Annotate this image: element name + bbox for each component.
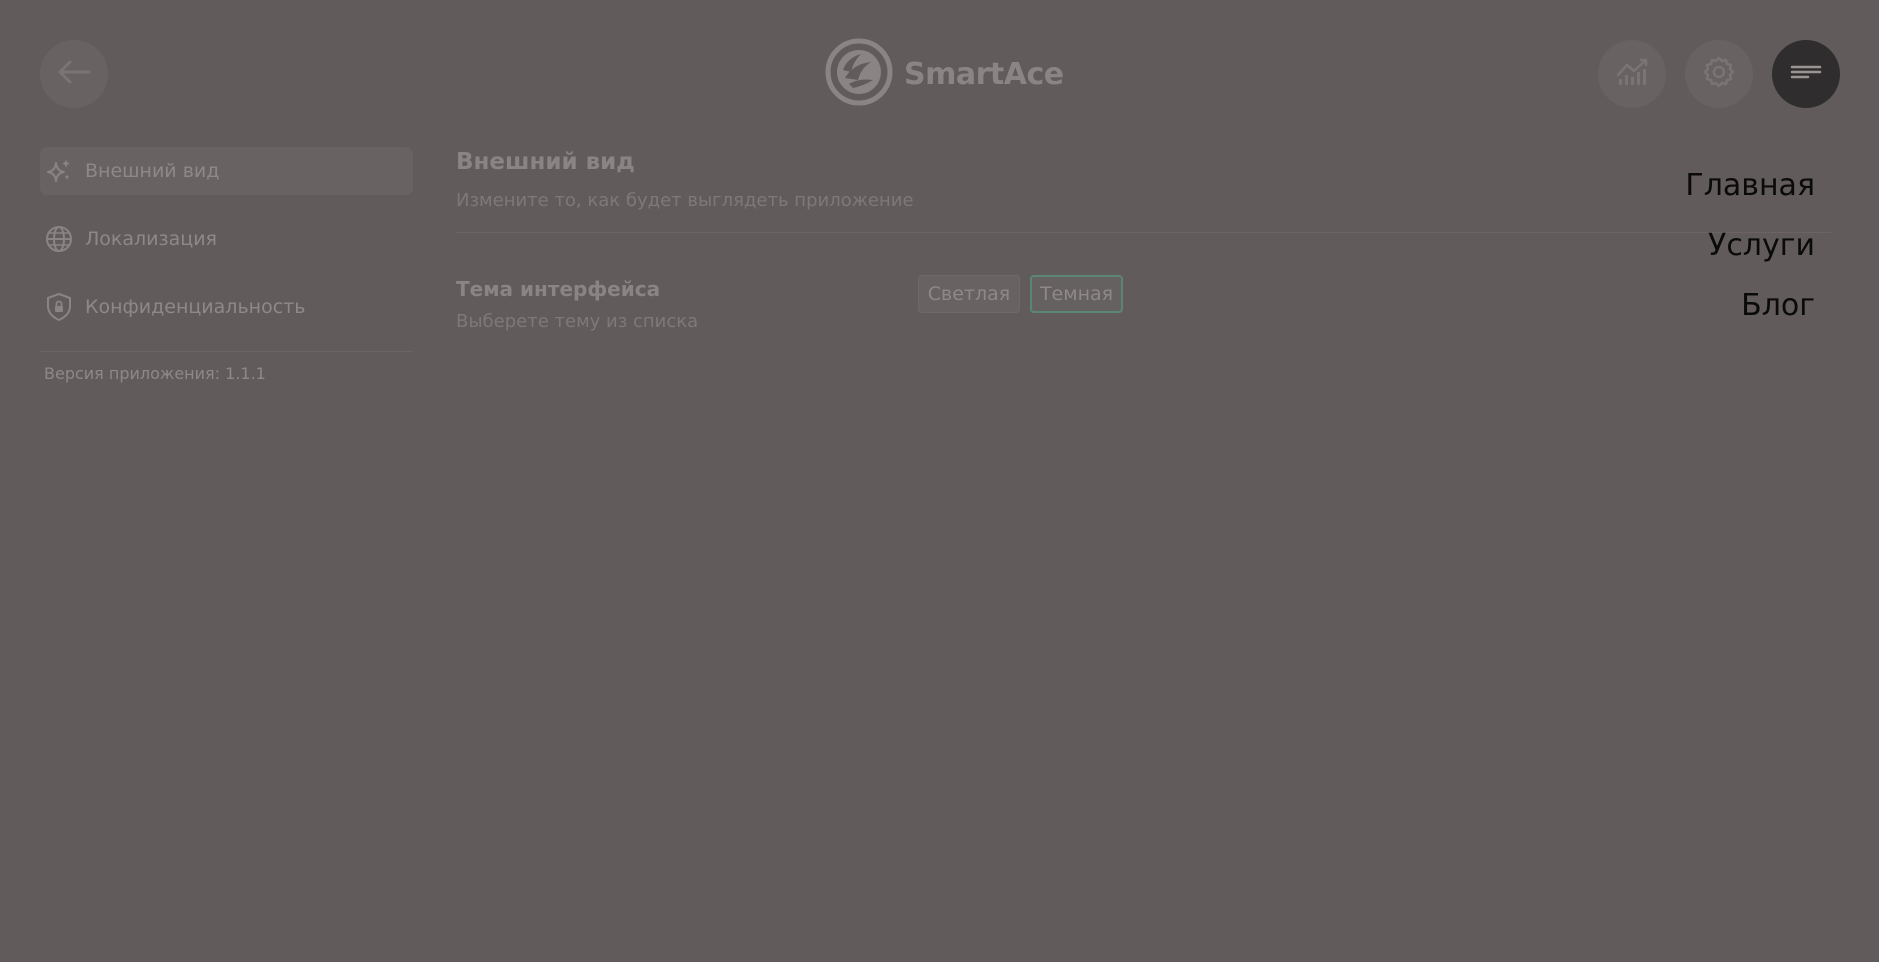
- sparkles-icon: [44, 156, 74, 186]
- sidebar-divider: [40, 351, 413, 352]
- settings-button[interactable]: [1685, 40, 1753, 108]
- back-button[interactable]: [40, 40, 108, 108]
- section-divider: [456, 232, 1831, 233]
- sidebar-item-privacy[interactable]: Конфиденциальность: [40, 283, 413, 331]
- app-logo[interactable]: SmartAce: [825, 38, 1064, 110]
- nav-link-blog[interactable]: Блог: [1741, 288, 1815, 323]
- globe-icon: [44, 224, 74, 254]
- sidebar-item-label: Локализация: [85, 228, 217, 250]
- sidebar-item-label: Конфиденциальность: [85, 296, 306, 318]
- theme-setting-subtitle: Выберете тему из списка: [456, 311, 699, 332]
- shield-lock-icon: [44, 292, 74, 322]
- sidebar-item-label: Внешний вид: [85, 160, 220, 182]
- chart-icon: [1615, 57, 1649, 91]
- sidebar-item-appearance[interactable]: Внешний вид: [40, 147, 413, 195]
- menu-lines-icon: [1790, 64, 1822, 84]
- menu-button[interactable]: [1772, 40, 1840, 108]
- theme-light-button[interactable]: Светлая: [918, 275, 1020, 313]
- sidebar-item-localization[interactable]: Локализация: [40, 215, 413, 263]
- page-title: Внешний вид: [456, 149, 635, 175]
- gear-icon: [1703, 56, 1735, 92]
- page-subtitle: Измените то, как будет выглядеть приложе…: [456, 190, 914, 211]
- app-root: SmartAce Внешний вид Локализация Конфиде…: [0, 0, 1879, 962]
- logo-mark-icon: [825, 38, 893, 110]
- settings-sidebar: Внешний вид Локализация Конфиденциальнос…: [40, 147, 413, 383]
- app-version-text: Версия приложения: 1.1.1: [44, 364, 266, 383]
- theme-setting-title: Тема интерфейса: [456, 277, 661, 301]
- theme-dark-button[interactable]: Темная: [1030, 275, 1123, 313]
- arrow-left-icon: [57, 60, 91, 88]
- nav-link-home[interactable]: Главная: [1685, 168, 1815, 203]
- logo-text: SmartAce: [904, 56, 1064, 92]
- statistics-button[interactable]: [1598, 40, 1666, 108]
- nav-link-services[interactable]: Услуги: [1708, 228, 1815, 263]
